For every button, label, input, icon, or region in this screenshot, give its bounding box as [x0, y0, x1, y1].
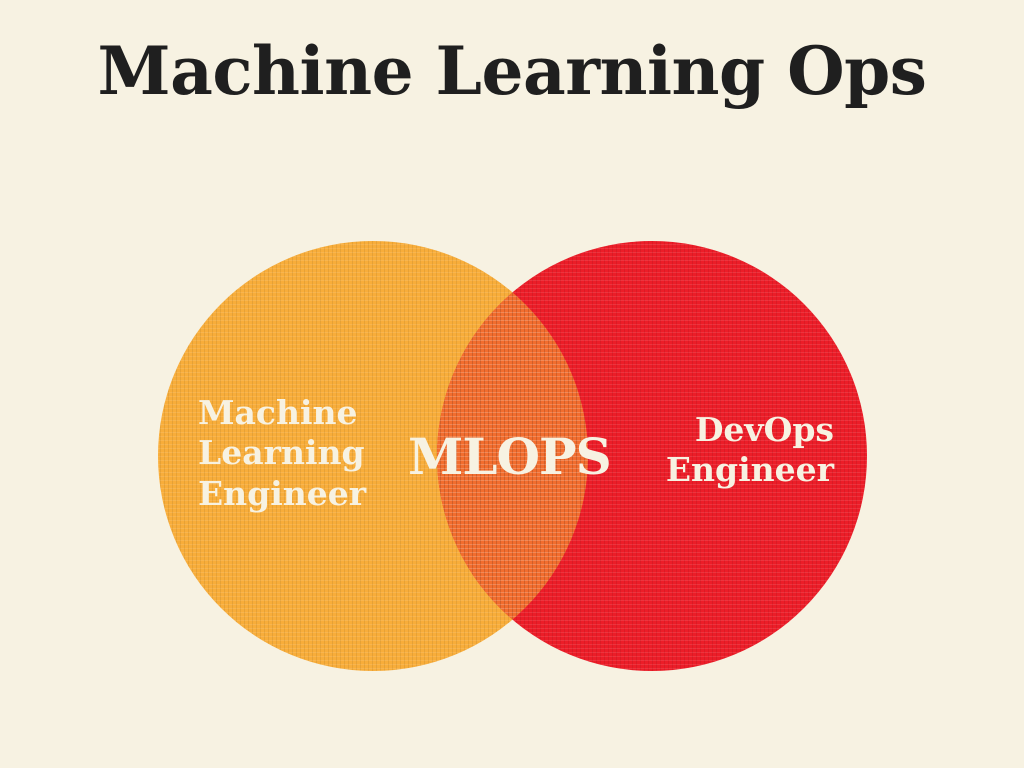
right-set-label: DevOps Engineer [666, 410, 834, 491]
left-set-label-line: Machine [198, 393, 358, 432]
left-set-label: Machine Learning Engineer [198, 393, 366, 514]
venn-diagram [158, 241, 867, 671]
left-set-label-line: Engineer [198, 473, 367, 513]
right-set-label-line: Engineer [665, 450, 834, 490]
diagram-page: Machine Learning Ops Machine Learning En… [0, 0, 1024, 768]
intersection-label: MLOPS [408, 427, 612, 486]
right-set-label-line: DevOps [694, 410, 834, 449]
left-set-label-line: Learning [198, 433, 365, 473]
